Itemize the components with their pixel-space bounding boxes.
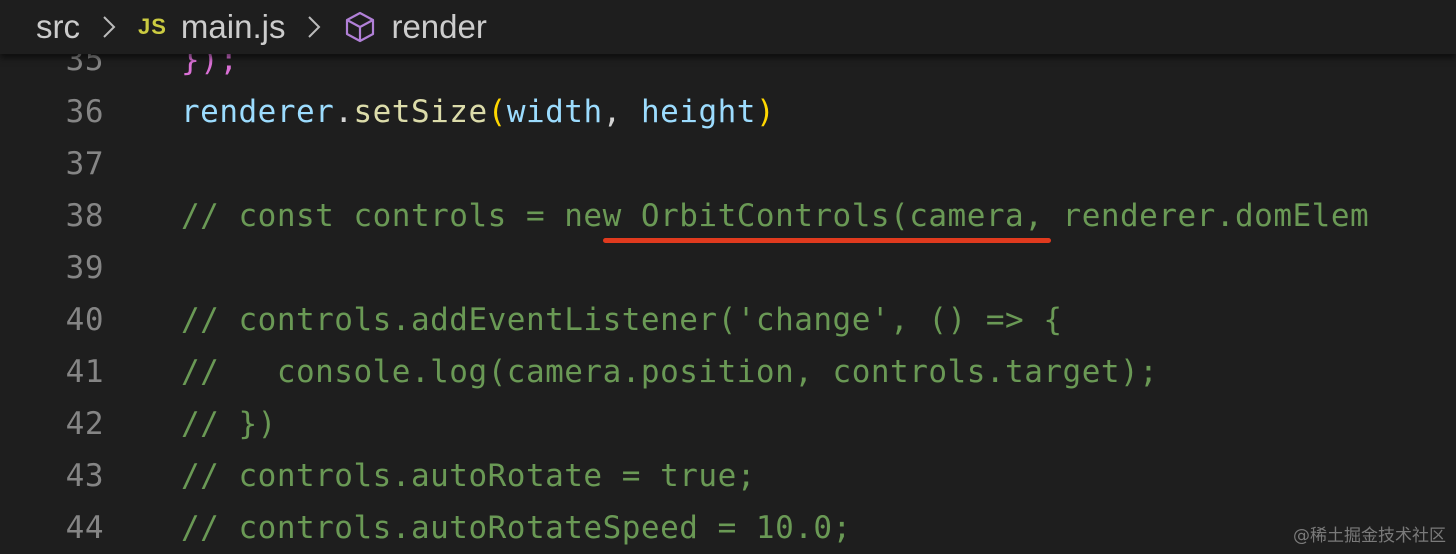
cube-symbol-icon: [346, 11, 375, 43]
code-editor-window: 35}); 36 renderer.setSize(width, height) 37…: [0, 0, 1456, 554]
line-number: 43: [65, 458, 104, 494]
code-token: // }): [181, 406, 277, 442]
code-token: // controls.addEventListener('change', (…: [181, 302, 1063, 338]
line-number: 42: [65, 406, 104, 442]
code-token: // controls.autoRotate = true;: [181, 458, 756, 494]
code-text: // controls.autoRotateSpeed = 10.0;: [181, 502, 852, 554]
code-line[interactable]: 44 // controls.autoRotateSpeed = 10.0;: [0, 502, 1456, 554]
code-line[interactable]: 38 // const controls = new OrbitControls(…: [0, 190, 1456, 242]
breadcrumb-item-src[interactable]: src: [36, 8, 80, 46]
code-token: renderer: [181, 94, 335, 130]
breadcrumb-label: render: [391, 8, 487, 45]
code-text: // controls.addEventListener('change', (…: [181, 294, 1063, 346]
code-line[interactable]: 40 // controls.addEventListener('change',…: [0, 294, 1456, 346]
code-line[interactable]: 43 // controls.autoRotate = true;: [0, 450, 1456, 502]
chevron-right-icon: [103, 16, 116, 38]
code-text: // controls.autoRotate = true;: [181, 450, 756, 502]
line-number: 37: [65, 146, 104, 182]
code-text: // }): [181, 398, 277, 450]
breadcrumb-item-render[interactable]: render: [343, 8, 487, 46]
code-line[interactable]: 37: [0, 138, 1456, 190]
line-number: 40: [65, 302, 104, 338]
code-line[interactable]: 39: [0, 242, 1456, 294]
code-token: // console.log(camera.position, controls…: [181, 354, 1159, 390]
code-token: (: [487, 94, 507, 130]
breadcrumb-label: src: [36, 8, 80, 45]
breadcrumb-label: main.js: [180, 8, 286, 45]
line-number: 44: [65, 510, 104, 546]
watermark: @稀土掘金技术社区: [1293, 526, 1446, 546]
code-line[interactable]: 42 // }): [0, 398, 1456, 450]
code-text: // console.log(camera.position, controls…: [181, 346, 1158, 398]
breadcrumb-item-main-js[interactable]: JS main.js: [138, 8, 285, 46]
code-token: // controls.autoRotateSpeed = 10.0;: [181, 510, 852, 546]
code-token: height: [640, 94, 756, 130]
breadcrumb: src JS main.js render: [0, 0, 1456, 54]
line-number: 41: [65, 354, 104, 390]
code-token: width: [506, 94, 603, 130]
code-text: renderer.setSize(width, height): [181, 86, 775, 138]
code-token: setSize: [353, 94, 488, 130]
chevron-right-icon: [308, 16, 321, 38]
code-token: ): [755, 94, 776, 130]
javascript-file-icon: JS: [138, 14, 167, 39]
line-number: 36: [65, 94, 104, 130]
code-token: .: [334, 94, 354, 130]
code-line[interactable]: 41 // console.log(camera.position, contro…: [0, 346, 1456, 398]
code-line[interactable]: 36 renderer.setSize(width, height): [0, 86, 1456, 138]
code-editor[interactable]: 35}); 36 renderer.setSize(width, height) 37…: [0, 0, 1456, 554]
line-number: 38: [65, 198, 104, 234]
code-token: ,: [602, 94, 641, 130]
annotation-underline: [603, 238, 1051, 243]
code-token: // const controls = new OrbitControls(ca…: [181, 198, 1370, 234]
code-text: // const controls = new OrbitControls(ca…: [181, 190, 1369, 242]
line-number: 39: [65, 250, 104, 286]
